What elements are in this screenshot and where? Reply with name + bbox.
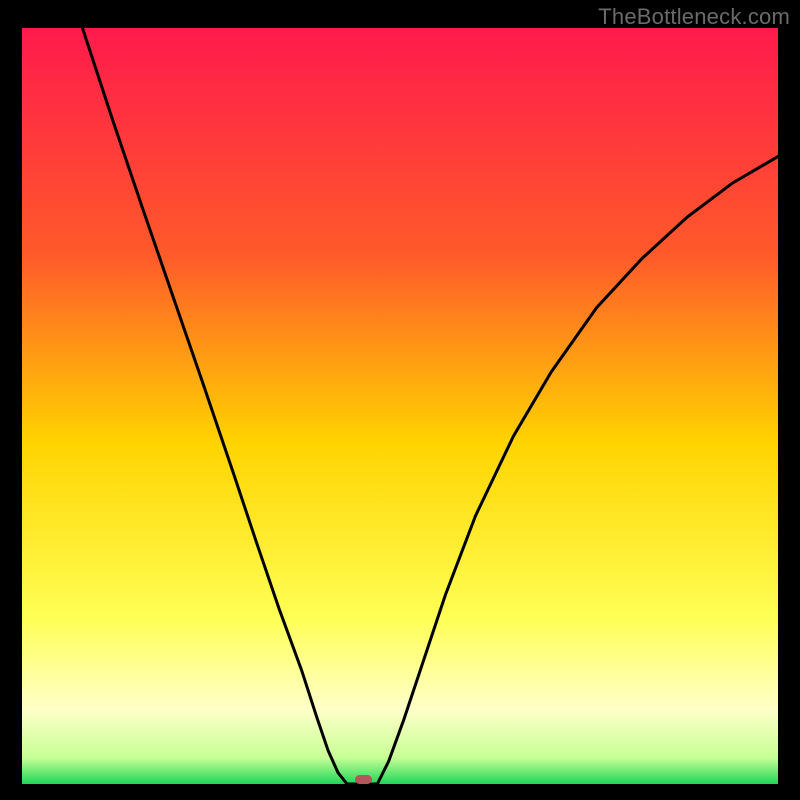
gradient-background xyxy=(22,28,778,784)
bottleneck-plot xyxy=(22,28,778,784)
chart-frame: TheBottleneck.com xyxy=(0,0,800,800)
optimal-point-marker xyxy=(355,775,372,784)
watermark-text: TheBottleneck.com xyxy=(598,4,790,30)
